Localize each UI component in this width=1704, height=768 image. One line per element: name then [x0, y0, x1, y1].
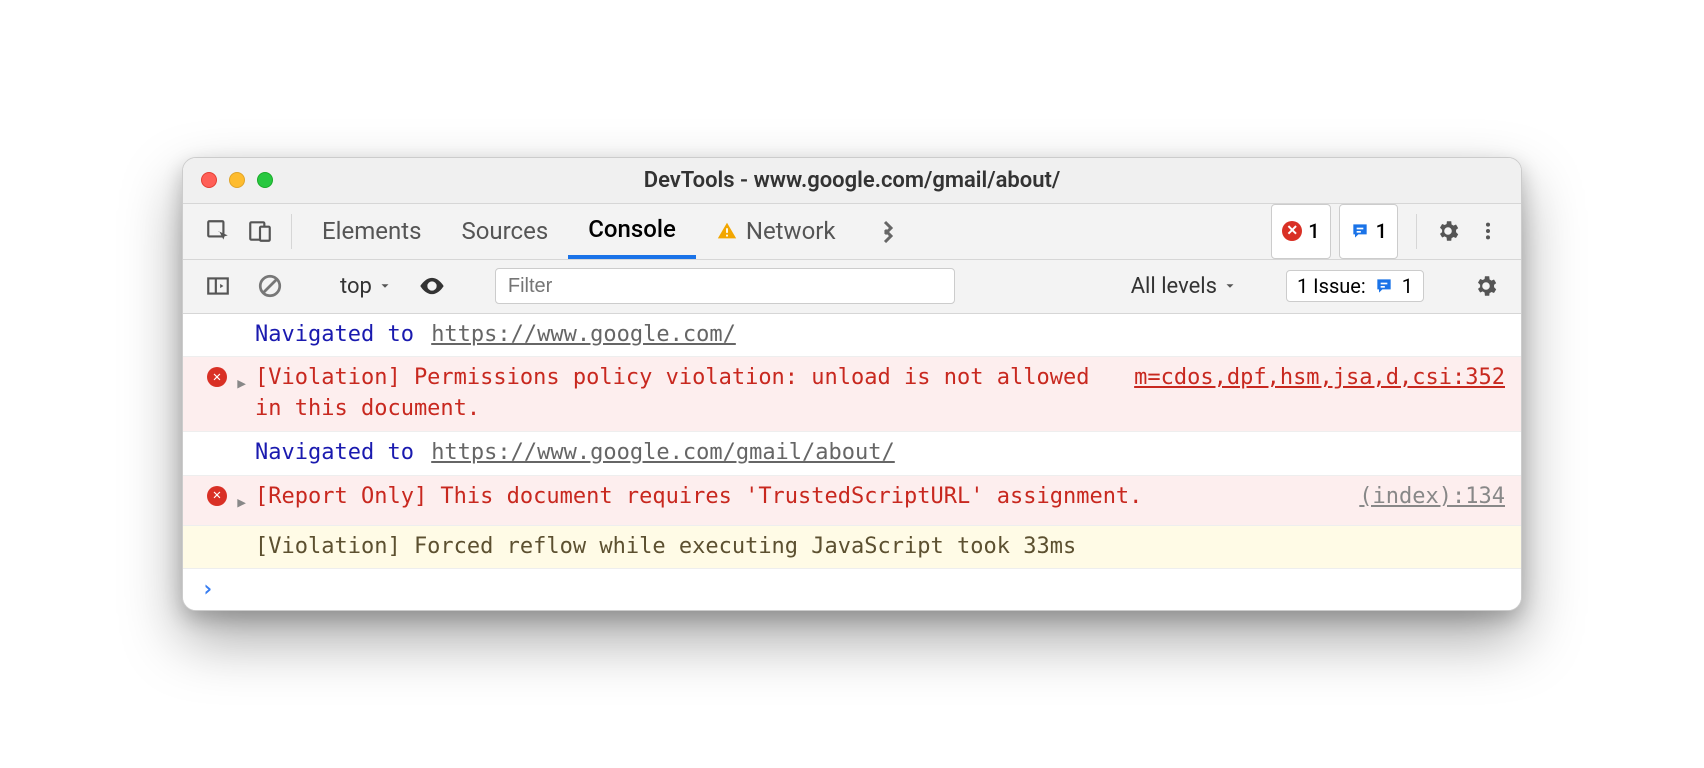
expand-icon[interactable]: ▸ — [235, 363, 251, 400]
nav-url[interactable]: https://www.google.com/ — [431, 322, 736, 347]
nav-url[interactable]: https://www.google.com/gmail/about/ — [431, 440, 895, 465]
log-error[interactable]: ✕ ▸ [Report Only] This document requires… — [183, 476, 1521, 526]
more-tabs-button[interactable] — [856, 204, 920, 259]
console-toolbar: top All levels 1 Issue: 1 — [183, 260, 1521, 314]
live-expression-icon[interactable] — [410, 272, 454, 300]
levels-label: All levels — [1131, 274, 1217, 299]
more-options-icon[interactable] — [1469, 204, 1507, 259]
console-input-row[interactable]: › — [183, 569, 1521, 610]
close-window-button[interactable] — [201, 172, 217, 188]
warning-message: [Violation] Forced reflow while executin… — [255, 532, 1505, 563]
source-link[interactable]: m=cdos,dpf,hsm,jsa,d,csi:352 — [1134, 363, 1505, 394]
issues-button[interactable]: 1 Issue: 1 — [1286, 270, 1424, 302]
tabs: Elements Sources Console Network — [302, 204, 920, 259]
source-link[interactable]: (index):134 — [1359, 482, 1505, 513]
clear-console-icon[interactable] — [249, 273, 291, 299]
issue-label: 1 Issue: — [1297, 274, 1366, 298]
issue-num: 1 — [1402, 274, 1413, 298]
context-label: top — [340, 274, 372, 299]
issue-count-badge[interactable]: 1 — [1339, 204, 1398, 259]
minimize-window-button[interactable] — [229, 172, 245, 188]
tab-elements[interactable]: Elements — [302, 204, 441, 259]
device-toolbar-icon[interactable] — [239, 204, 281, 259]
maximize-window-button[interactable] — [257, 172, 273, 188]
error-message: [Violation] Permissions policy violation… — [255, 363, 1122, 425]
console-settings-icon[interactable] — [1465, 273, 1507, 299]
chevron-down-icon — [378, 279, 392, 293]
log-error[interactable]: ✕ ▸ [Violation] Permissions policy viola… — [183, 357, 1521, 432]
log-navigation: Navigated to https://www.google.com/gmai… — [183, 432, 1521, 476]
log-violation: [Violation] Forced reflow while executin… — [183, 526, 1521, 570]
error-icon: ✕ — [207, 486, 227, 506]
window-controls — [183, 172, 273, 188]
error-icon: ✕ — [1282, 221, 1302, 241]
context-selector[interactable]: top — [332, 270, 400, 303]
inspect-element-icon[interactable] — [197, 204, 239, 259]
expand-icon[interactable]: ▸ — [235, 482, 251, 519]
separator — [291, 214, 292, 249]
filter-input[interactable] — [495, 268, 955, 304]
error-count-badge[interactable]: ✕ 1 — [1271, 204, 1330, 259]
devtools-window: DevTools - www.google.com/gmail/about/ E… — [182, 157, 1522, 612]
issue-icon — [1350, 221, 1370, 241]
window-title: DevTools - www.google.com/gmail/about/ — [183, 168, 1521, 193]
chevron-down-icon — [1223, 279, 1237, 293]
separator — [1416, 214, 1417, 249]
tab-label: Console — [588, 215, 676, 243]
tab-label: Network — [746, 217, 836, 245]
tab-network[interactable]: Network — [696, 204, 856, 259]
error-message: [Report Only] This document requires 'Tr… — [255, 482, 1347, 513]
tab-console[interactable]: Console — [568, 204, 696, 259]
warning-icon — [716, 220, 738, 242]
nav-prefix: Navigated to — [255, 322, 427, 347]
sidebar-toggle-icon[interactable] — [197, 273, 239, 299]
titlebar: DevTools - www.google.com/gmail/about/ — [183, 158, 1521, 204]
prompt-icon: › — [201, 577, 214, 602]
tab-label: Sources — [461, 217, 548, 245]
error-icon: ✕ — [207, 367, 227, 387]
tab-sources[interactable]: Sources — [441, 204, 568, 259]
tab-label: Elements — [322, 217, 421, 245]
error-count: 1 — [1308, 219, 1319, 243]
console-log: Navigated to https://www.google.com/ ✕ ▸… — [183, 314, 1521, 611]
log-navigation: Navigated to https://www.google.com/ — [183, 314, 1521, 358]
nav-prefix: Navigated to — [255, 440, 427, 465]
issue-count: 1 — [1376, 219, 1387, 243]
log-level-selector[interactable]: All levels — [1123, 270, 1245, 303]
main-tabbar: Elements Sources Console Network ✕ 1 1 — [183, 204, 1521, 260]
issue-icon — [1374, 276, 1394, 296]
settings-icon[interactable] — [1427, 204, 1469, 259]
